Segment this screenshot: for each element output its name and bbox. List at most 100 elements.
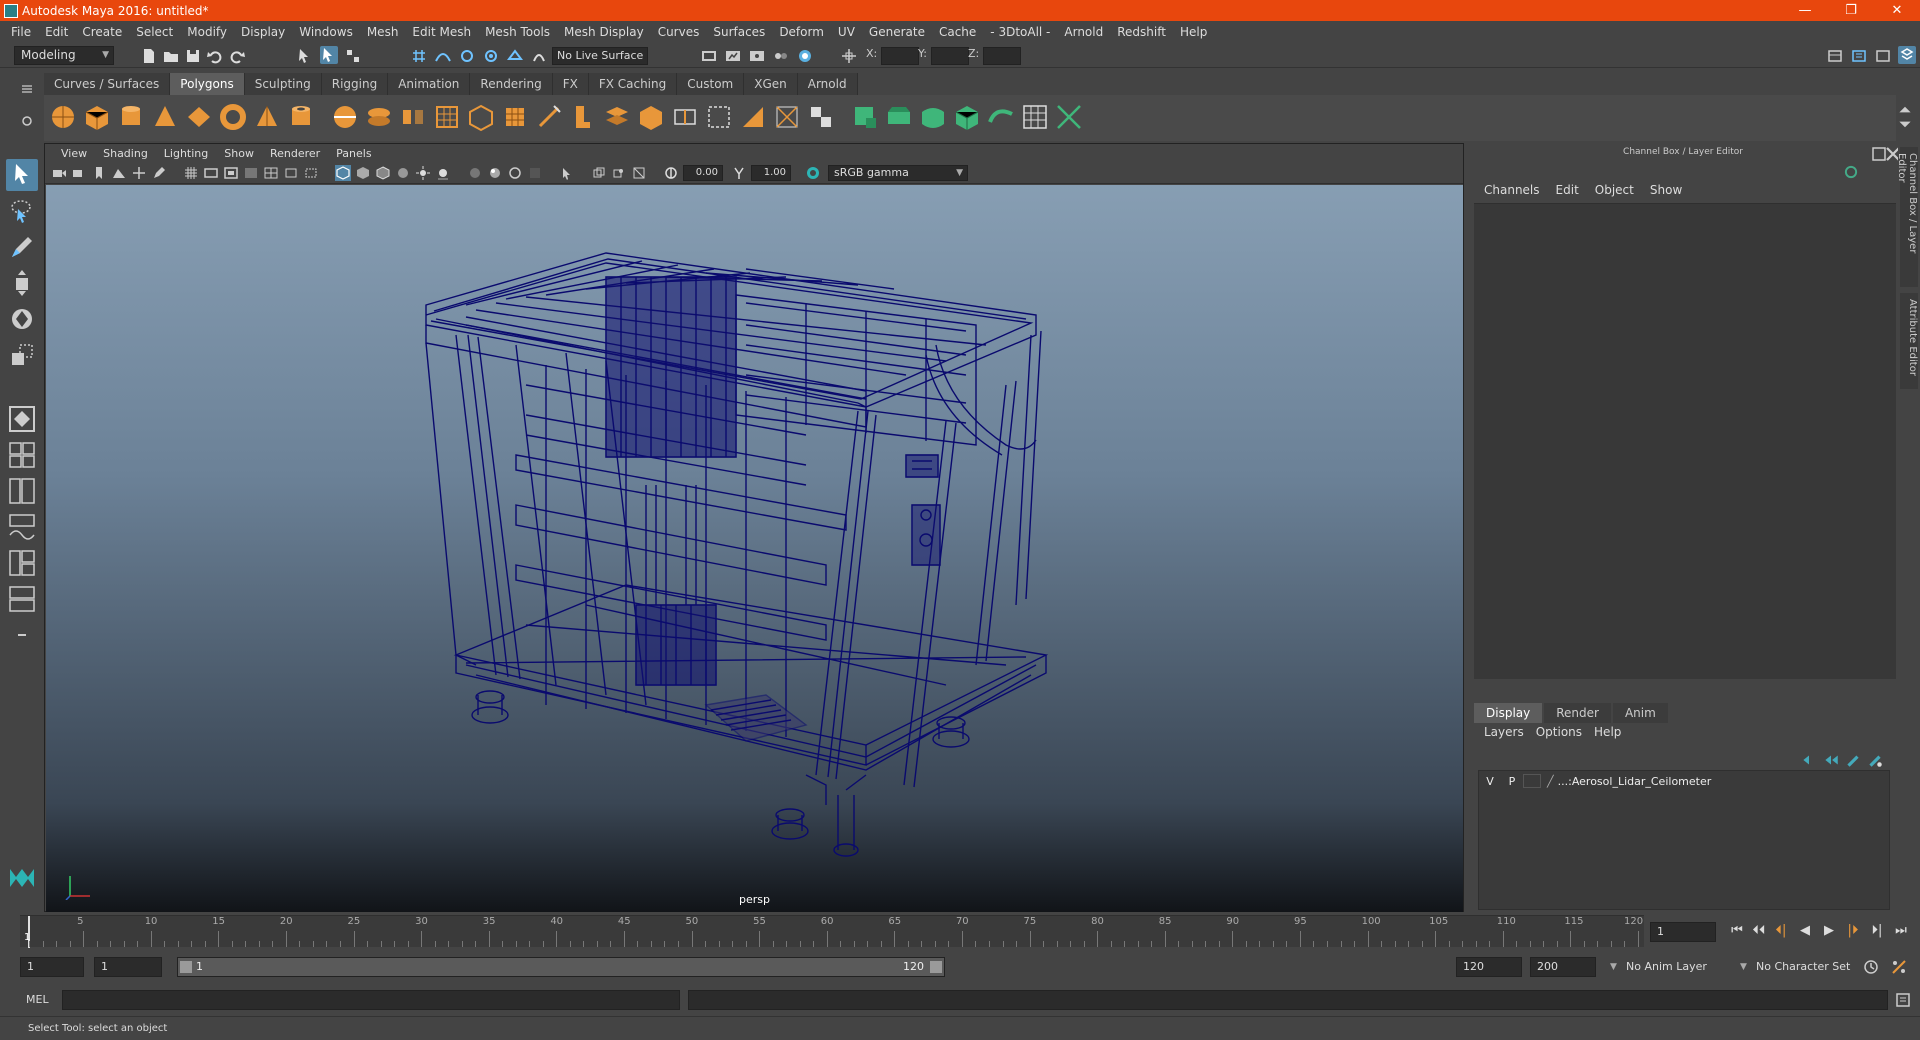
uv-planar-icon[interactable] <box>850 102 880 132</box>
snap-view-icon[interactable] <box>482 47 500 65</box>
render-settings-icon[interactable] <box>748 47 766 65</box>
move-layer-up-icon[interactable] <box>1800 751 1816 767</box>
shelf-tab-fx[interactable]: FX <box>552 73 589 95</box>
viewport-menu-view[interactable]: View <box>53 147 95 160</box>
channel-box-menu-object[interactable]: Object <box>1587 183 1642 203</box>
menu-help[interactable]: Help <box>1173 25 1214 39</box>
merge-icon[interactable] <box>806 102 836 132</box>
shelf-tab-custom[interactable]: Custom <box>677 73 745 95</box>
persp-hypershade-layout-icon[interactable] <box>6 547 38 579</box>
attribute-editor-toggle-icon[interactable] <box>1850 47 1868 65</box>
persp-graph-layout-icon[interactable] <box>6 511 38 543</box>
menu-set-dropdown[interactable]: Modeling ▼ <box>14 46 114 65</box>
auto-key-icon[interactable] <box>1862 958 1880 976</box>
z-input[interactable] <box>983 47 1022 65</box>
playback-start-field[interactable]: 1 <box>94 957 162 977</box>
resolution-gate-icon[interactable] <box>223 165 239 181</box>
select-object-icon[interactable] <box>320 46 338 64</box>
scene-end-field[interactable]: 200 <box>1530 957 1596 977</box>
snap-surface-icon[interactable] <box>506 47 524 65</box>
select-hierarchy-icon[interactable] <box>296 47 314 65</box>
move-tool-icon[interactable] <box>6 267 38 299</box>
layer-menu-layers[interactable]: Layers <box>1478 725 1530 745</box>
shelf-settings-icon[interactable] <box>18 112 36 130</box>
layer-color-swatch[interactable] <box>1523 774 1541 788</box>
poly-cube-icon[interactable] <box>82 102 112 132</box>
menu-mesh-display[interactable]: Mesh Display <box>557 25 651 39</box>
new-layer-icon[interactable] <box>1844 751 1860 767</box>
extrude-icon[interactable] <box>500 102 530 132</box>
layer-tab-anim[interactable]: Anim <box>1612 703 1668 723</box>
move-layer-down-icon[interactable] <box>1822 751 1838 767</box>
menu-3dtoall[interactable]: - 3DtoAll - <box>983 25 1057 39</box>
anim-layer-dropdown[interactable]: ▼ No Anim Layer <box>1610 957 1726 977</box>
layer-playback-toggle[interactable]: P <box>1501 775 1523 788</box>
bookmark-icon[interactable] <box>91 165 107 181</box>
mel-label[interactable]: MEL <box>26 993 49 1006</box>
grid-icon[interactable] <box>183 165 199 181</box>
channel-box-menu-channels[interactable]: Channels <box>1476 183 1548 203</box>
safe-title-icon[interactable] <box>303 165 319 181</box>
play-backwards-icon[interactable]: ◀ <box>1796 922 1814 940</box>
play-forwards-icon[interactable]: ▶ <box>1820 922 1838 940</box>
target-weld-icon[interactable] <box>772 102 802 132</box>
menu-windows[interactable]: Windows <box>292 25 360 39</box>
shelf-tab-polygons[interactable]: Polygons <box>170 73 245 95</box>
select-component-icon[interactable] <box>344 47 362 65</box>
perspective-viewport[interactable]: persp <box>46 185 1463 912</box>
poly-pyramid-icon[interactable] <box>252 102 282 132</box>
viewport-menu-show[interactable]: Show <box>216 147 262 160</box>
y-coord-field[interactable]: Y: <box>918 47 969 65</box>
ambient-occlusion-icon[interactable] <box>467 165 483 181</box>
close-panel-icon[interactable] <box>1884 145 1900 161</box>
render-view-icon[interactable] <box>796 47 814 65</box>
step-back-key-icon[interactable]: ⏴| <box>1772 922 1790 940</box>
viewport-menu-lighting[interactable]: Lighting <box>156 147 216 160</box>
menu-curves[interactable]: Curves <box>651 25 707 39</box>
poly-pipe-icon[interactable] <box>286 102 316 132</box>
layer-row[interactable]: V P ╱ ...:Aerosol_Lidar_Ceilometer <box>1479 771 1889 791</box>
menu-mesh-tools[interactable]: Mesh Tools <box>478 25 557 39</box>
motion-blur-icon[interactable] <box>487 165 503 181</box>
camera-attributes-icon[interactable] <box>71 165 87 181</box>
exposure-icon[interactable] <box>663 165 679 181</box>
gate-mask-icon[interactable] <box>243 165 259 181</box>
make-live-icon[interactable] <box>530 47 548 65</box>
menu-surfaces[interactable]: Surfaces <box>706 25 772 39</box>
shelf-tab-fx-caching[interactable]: FX Caching <box>588 73 678 95</box>
use-all-lights-icon[interactable] <box>415 165 431 181</box>
bridge-icon[interactable] <box>602 102 632 132</box>
wedge-icon[interactable] <box>738 102 768 132</box>
depth-of-field-icon[interactable] <box>527 165 543 181</box>
layer-visibility-toggle[interactable]: V <box>1479 775 1501 788</box>
film-gate-icon[interactable] <box>203 165 219 181</box>
uv-editor-icon[interactable] <box>1020 102 1050 132</box>
step-forward-frame-icon[interactable]: ⏵| <box>1868 922 1886 940</box>
layer-menu-help[interactable]: Help <box>1588 725 1627 745</box>
channel-box-menu-show[interactable]: Show <box>1642 183 1690 203</box>
maximize-button[interactable]: ❐ <box>1828 0 1874 21</box>
close-button[interactable]: ✕ <box>1874 0 1920 21</box>
poly-cylinder-icon[interactable] <box>116 102 146 132</box>
separate-icon[interactable] <box>364 102 394 132</box>
single-perspective-layout-icon[interactable] <box>6 403 38 435</box>
shelf-tab-rigging[interactable]: Rigging <box>321 73 389 95</box>
append-polygon-icon[interactable] <box>670 102 700 132</box>
two-d-pan-zoom-icon[interactable] <box>131 165 147 181</box>
step-back-frame-icon[interactable]: ⏴⏴ <box>1750 922 1768 940</box>
range-start-handle[interactable] <box>180 961 192 973</box>
ipr-render-icon[interactable] <box>724 47 742 65</box>
multisample-aa-icon[interactable] <box>507 165 523 181</box>
open-scene-icon[interactable] <box>162 47 180 65</box>
scene-start-field[interactable]: 1 <box>20 957 84 977</box>
side-tab-attribute-editor[interactable]: Attribute Editor <box>1900 293 1918 389</box>
multi-cut-icon[interactable] <box>534 102 564 132</box>
shelf-tab-xgen[interactable]: XGen <box>744 73 798 95</box>
viewport-menu-panels[interactable]: Panels <box>328 147 379 160</box>
menu-file[interactable]: File <box>4 25 38 39</box>
channel-box-area[interactable] <box>1474 203 1896 679</box>
menu-generate[interactable]: Generate <box>862 25 932 39</box>
scale-tool-icon[interactable] <box>6 339 38 371</box>
poly-plane-icon[interactable] <box>184 102 214 132</box>
side-tab-channel-box[interactable]: Channel Box / Layer Editor <box>1896 147 1918 287</box>
